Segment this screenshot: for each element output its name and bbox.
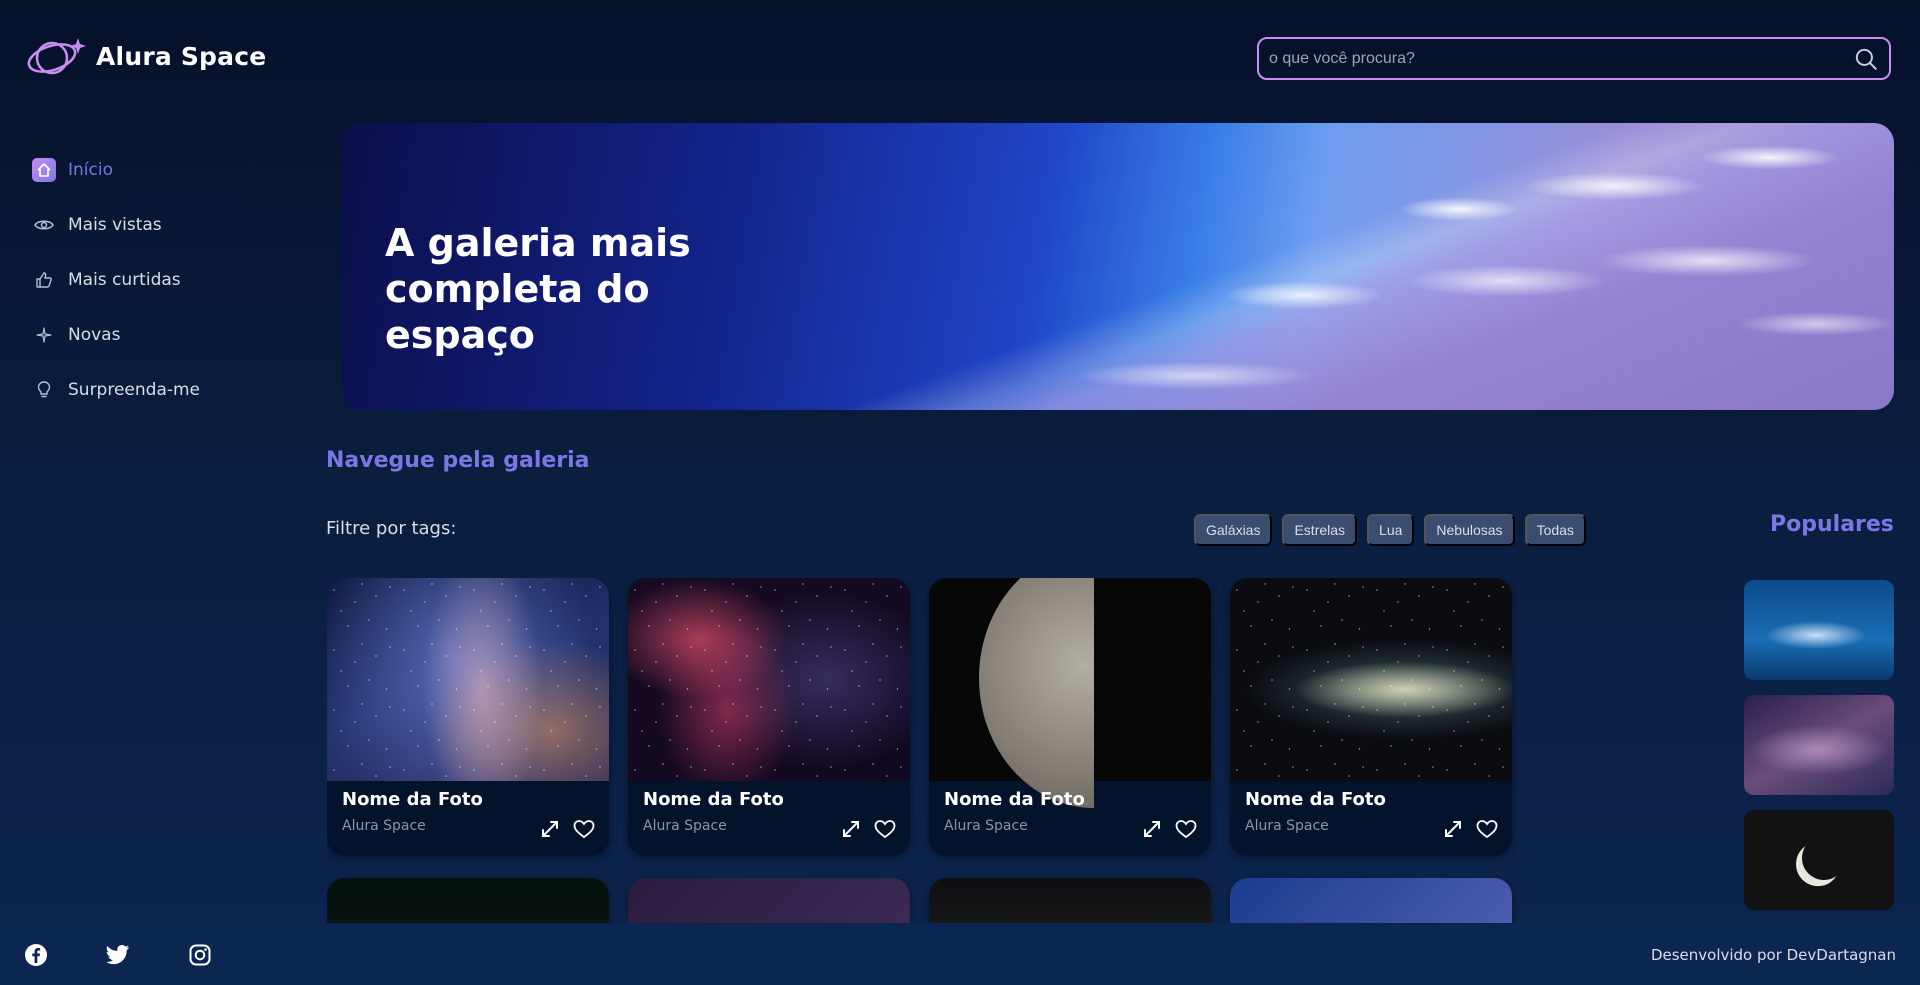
expand-icon[interactable] — [840, 818, 862, 840]
photo-card[interactable]: Nome da Foto Alura Space — [327, 578, 609, 856]
sidebar-item-label: Início — [68, 159, 113, 180]
popular-image[interactable] — [1744, 580, 1894, 680]
sidebar-item-label: Mais curtidas — [68, 269, 181, 290]
card-title: Nome da Foto — [342, 789, 483, 810]
photo-card[interactable] — [327, 878, 609, 923]
card-title: Nome da Foto — [944, 789, 1085, 810]
heart-icon[interactable] — [1476, 818, 1498, 840]
logo-text: Alura Space — [96, 41, 267, 71]
lightbulb-icon — [32, 378, 56, 402]
sparkle-icon — [32, 323, 56, 347]
card-image[interactable] — [929, 578, 1211, 808]
photo-card[interactable] — [1230, 878, 1512, 923]
twitter-icon[interactable] — [106, 943, 130, 967]
heart-icon[interactable] — [1175, 818, 1197, 840]
hero-banner: A galeria mais completa do espaço — [341, 123, 1894, 410]
sidebar-item-surpreenda-me[interactable]: Surpreenda-me — [32, 362, 262, 417]
logo[interactable]: Alura Space — [26, 34, 266, 78]
expand-icon[interactable] — [539, 818, 561, 840]
gallery-title: Navegue pela galeria — [326, 448, 590, 473]
heart-icon[interactable] — [573, 818, 595, 840]
sidebar-item-mais-curtidas[interactable]: Mais curtidas — [32, 252, 262, 307]
home-icon — [32, 157, 56, 182]
photo-card[interactable] — [628, 878, 910, 923]
footer: Desenvolvido por DevDartagnan — [0, 925, 1920, 985]
expand-icon[interactable] — [1442, 818, 1464, 840]
popular-image[interactable] — [1744, 695, 1894, 795]
social-links — [24, 943, 212, 967]
photo-card[interactable]: Nome da Foto Alura Space — [1230, 578, 1512, 856]
card-title: Nome da Foto — [643, 789, 784, 810]
sidebar-item-novas[interactable]: Novas — [32, 307, 262, 362]
sidebar-item-label: Mais vistas — [68, 214, 162, 235]
sidebar: Início Mais vistas Mais curtidas Novas S… — [32, 142, 262, 417]
sidebar-item-label: Surpreenda-me — [68, 379, 201, 400]
card-image[interactable] — [628, 578, 910, 781]
tag-list: Galáxias Estrelas Lua Nebulosas Todas — [1194, 514, 1586, 546]
gallery-grid: Nome da Foto Alura Space Nome da Foto Al… — [327, 578, 1517, 923]
card-image[interactable] — [1230, 578, 1512, 781]
instagram-icon[interactable] — [188, 943, 212, 967]
sidebar-item-label: Novas — [68, 324, 121, 345]
facebook-icon[interactable] — [24, 943, 48, 967]
filter-label: Filtre por tags: — [326, 518, 457, 539]
photo-card[interactable]: Nome da Foto Alura Space — [929, 578, 1211, 856]
search-input[interactable] — [1269, 49, 1853, 68]
populares-title: Populares — [1770, 512, 1894, 537]
card-title: Nome da Foto — [1245, 789, 1386, 810]
expand-icon[interactable] — [1141, 818, 1163, 840]
sidebar-item-inicio[interactable]: Início — [32, 142, 262, 197]
popular-image[interactable] — [1744, 810, 1894, 910]
thumbs-up-icon — [32, 268, 56, 292]
photo-card[interactable]: Nome da Foto Alura Space — [628, 578, 910, 856]
footer-credit: Desenvolvido por DevDartagnan — [1650, 946, 1896, 964]
search-icon[interactable] — [1853, 46, 1879, 72]
tag-nebulosas[interactable]: Nebulosas — [1424, 514, 1515, 546]
eye-icon — [32, 213, 56, 237]
banner-title: A galeria mais completa do espaço — [385, 221, 691, 357]
search-bar[interactable] — [1257, 37, 1891, 80]
heart-icon[interactable] — [874, 818, 896, 840]
tag-estrelas[interactable]: Estrelas — [1282, 514, 1358, 546]
planet-logo-icon — [27, 38, 86, 75]
tag-galaxias[interactable]: Galáxias — [1194, 514, 1273, 546]
tag-todas[interactable]: Todas — [1524, 514, 1586, 546]
populares-list — [1744, 580, 1894, 925]
tag-lua[interactable]: Lua — [1367, 514, 1415, 546]
sidebar-item-mais-vistas[interactable]: Mais vistas — [32, 197, 262, 252]
photo-card[interactable] — [929, 878, 1211, 923]
card-image[interactable] — [327, 578, 609, 781]
